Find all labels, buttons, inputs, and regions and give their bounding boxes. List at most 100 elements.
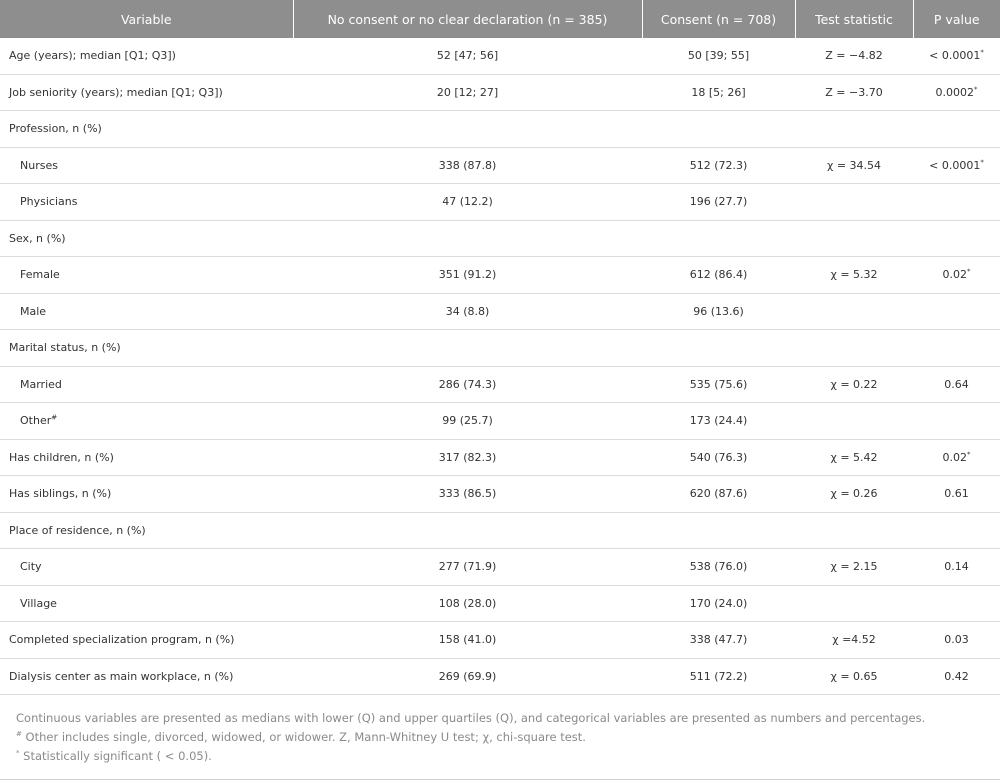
significance-mark: * <box>980 158 984 167</box>
cell-consent-text: 338 (47.7) <box>689 633 748 647</box>
cell-consent: 338 (47.7) <box>642 621 795 659</box>
cell-consent <box>642 329 795 367</box>
cell-p-value: 0.61 <box>913 475 1000 513</box>
cell-p-value-text: 0.61 <box>944 487 969 501</box>
cell-test-statistic: χ = 0.65 <box>795 658 913 695</box>
table-row: Marital status, n (%) <box>0 329 1000 367</box>
cell-variable: Profession, n (%) <box>0 110 293 148</box>
table-row: Sex, n (%) <box>0 220 1000 257</box>
table-footnotes: Continuous variables are presented as me… <box>0 695 1000 780</box>
cell-test-statistic-text: χ = 34.54 <box>826 158 882 172</box>
cell-no-consent-text: 99 (25.7) <box>442 414 493 428</box>
table-row: Married 286 (74.3) 535 (75.6) χ = 0.22 0.64 <box>0 366 1000 403</box>
cell-p-value-text: 0.14 <box>944 560 969 574</box>
cell-no-consent: 286 (74.3) <box>293 366 642 403</box>
cell-consent-text: 18 [5; 26] <box>691 85 746 99</box>
cell-test-statistic-text: χ = 0.65 <box>830 669 878 683</box>
cell-p-value <box>913 183 1000 221</box>
cell-variable: Job seniority (years); median [Q1; Q3]) <box>0 74 293 111</box>
cell-variable-text: Has children, n (%) <box>9 450 114 464</box>
table-row: Has siblings, n (%) 333 (86.5) 620 (87.6) χ… <box>0 475 1000 513</box>
cell-consent: 620 (87.6) <box>642 475 795 513</box>
cell-consent: 196 (27.7) <box>642 183 795 221</box>
cell-no-consent: 34 (8.8) <box>293 293 642 330</box>
table-row: Place of residence, n (%) <box>0 512 1000 549</box>
cell-p-value <box>913 110 1000 148</box>
cell-test-statistic-text: χ = 0.26 <box>830 487 878 501</box>
significance-mark: * <box>974 85 978 94</box>
header-consent: Consent (n = 708) <box>642 0 796 38</box>
cell-p-value: 0.03 <box>913 621 1000 659</box>
cell-test-statistic: Z = −4.82 <box>795 38 913 75</box>
cell-variable: Marital status, n (%) <box>0 329 293 367</box>
cell-consent-text: 50 [39; 55] <box>687 49 750 63</box>
cell-variable: Nurses <box>0 147 293 184</box>
table-row: Job seniority (years); median [Q1; Q3]) 2… <box>0 74 1000 111</box>
cell-test-statistic-text: χ =4.52 <box>832 633 876 647</box>
cell-test-statistic <box>795 585 913 622</box>
cell-variable-text: Marital status, n (%) <box>9 341 121 355</box>
cell-consent-text: 535 (75.6) <box>689 377 748 391</box>
cell-test-statistic-text: χ = 2.15 <box>830 560 878 574</box>
table-row: Physicians 47 (12.2) 196 (27.7) <box>0 183 1000 221</box>
cell-p-value-text: < 0.0001 <box>929 49 981 63</box>
cell-no-consent-text: 333 (86.5) <box>438 487 497 501</box>
table-row: Nurses 338 (87.8) 512 (72.3) χ = 34.54 < 0.0… <box>0 147 1000 184</box>
table-row: Profession, n (%) <box>0 110 1000 148</box>
cell-variable: Village <box>0 585 293 622</box>
cell-no-consent <box>293 329 642 367</box>
significance-mark: * <box>967 450 971 459</box>
cell-no-consent-text: 277 (71.9) <box>438 560 497 574</box>
footnote-text: Statistically significant ( < 0.05). <box>19 749 212 763</box>
cell-no-consent-text: 351 (91.2) <box>438 268 497 282</box>
cell-p-value: 0.42 <box>913 658 1000 695</box>
cell-test-statistic-text: Z = −3.70 <box>825 85 883 99</box>
cell-consent-text: 511 (72.2) <box>689 669 748 683</box>
cell-variable-text: Place of residence, n (%) <box>9 523 146 537</box>
cell-consent: 173 (24.4) <box>642 402 795 440</box>
cell-variable-text: Village <box>20 596 57 610</box>
cell-consent: 170 (24.0) <box>642 585 795 622</box>
table-row: Female 351 (91.2) 612 (86.4) χ = 5.32 0.02* <box>0 256 1000 294</box>
footnote-line: # Other includes single, divorced, widow… <box>16 728 1000 747</box>
cell-consent-text: 173 (24.4) <box>689 414 748 428</box>
cell-p-value-text: 0.02 <box>942 268 968 282</box>
cell-variable: Age (years); median [Q1; Q3]) <box>0 38 293 75</box>
cell-no-consent: 277 (71.9) <box>293 548 642 586</box>
table-row: Other# 99 (25.7) 173 (24.4) <box>0 402 1000 440</box>
cell-variable: Dialysis center as main workplace, n (%) <box>0 658 293 695</box>
cell-no-consent <box>293 220 642 257</box>
cell-no-consent: 338 (87.8) <box>293 147 642 184</box>
cell-variable-text: Profession, n (%) <box>9 122 102 136</box>
table-row: Male 34 (8.8) 96 (13.6) <box>0 293 1000 330</box>
cell-p-value-text: 0.0002 <box>935 85 975 99</box>
significance-mark: * <box>967 267 971 276</box>
cell-no-consent: 351 (91.2) <box>293 256 642 294</box>
table-row: City 277 (71.9) 538 (76.0) χ = 2.15 0.14 <box>0 548 1000 586</box>
cell-no-consent: 99 (25.7) <box>293 402 642 440</box>
cell-test-statistic: χ = 5.42 <box>795 439 913 476</box>
table-row: Dialysis center as main workplace, n (%)… <box>0 658 1000 695</box>
cell-consent-text: 612 (86.4) <box>689 268 748 282</box>
cell-consent: 50 [39; 55] <box>642 38 795 75</box>
cell-variable-text: Male <box>20 304 47 318</box>
cell-p-value-text: 0.42 <box>944 669 969 683</box>
cell-consent-text: 196 (27.7) <box>689 195 748 209</box>
cell-test-statistic: χ = 0.26 <box>795 475 913 513</box>
cell-test-statistic: χ = 0.22 <box>795 366 913 403</box>
table-row: Age (years); median [Q1; Q3]) 52 [47; 56]… <box>0 38 1000 75</box>
cell-variable-text: Job seniority (years); median [Q1; Q3]) <box>9 85 223 99</box>
cell-variable: Has children, n (%) <box>0 439 293 476</box>
cell-test-statistic <box>795 329 913 367</box>
cell-p-value: 0.02* <box>913 439 1000 476</box>
cell-variable-text: Dialysis center as main workplace, n (%) <box>9 669 234 683</box>
cell-no-consent-text: 286 (74.3) <box>438 377 497 391</box>
header-test-statistic: Test statistic <box>795 0 914 38</box>
cell-variable: Physicians <box>0 183 293 221</box>
cell-test-statistic <box>795 293 913 330</box>
cell-consent: 612 (86.4) <box>642 256 795 294</box>
cell-variable: Other# <box>0 402 293 440</box>
header-variable: Variable <box>0 0 294 38</box>
cell-no-consent-text: 338 (87.8) <box>438 158 497 172</box>
table-row: Completed specialization program, n (%) 1… <box>0 621 1000 659</box>
